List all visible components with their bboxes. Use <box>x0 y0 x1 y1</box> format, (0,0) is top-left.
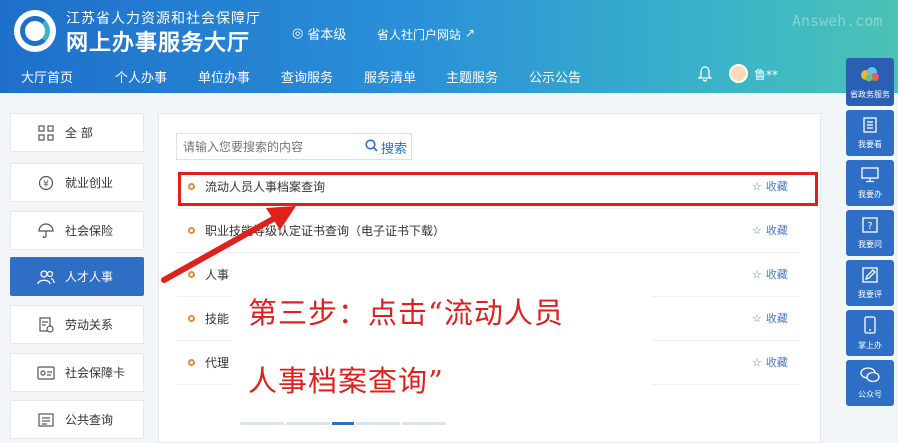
red-arrow-icon <box>161 206 296 283</box>
cloud-icon <box>858 65 882 86</box>
float-handle-button[interactable]: 我要办 <box>846 160 894 206</box>
monitor-icon <box>861 166 879 186</box>
float-wechat-button[interactable]: 公众号 <box>846 360 894 406</box>
logo[interactable] <box>14 10 56 52</box>
umbrella-icon <box>37 222 55 240</box>
pager-dot[interactable] <box>356 422 400 425</box>
star-icon: ☆ <box>752 311 762 325</box>
location-pin-icon: ◎ <box>292 26 304 41</box>
bullet-icon <box>188 315 195 322</box>
logo-mark-icon <box>20 16 50 46</box>
sidebar-item-social-card[interactable]: 社会保障卡 <box>10 353 144 392</box>
site-name: 网上办事服务大厅 <box>66 31 251 56</box>
callout-line-2: 人事档案查询” <box>248 364 444 398</box>
float-ask-button[interactable]: ? 我要问 <box>846 210 894 256</box>
list-icon <box>37 411 55 429</box>
svg-text:¥: ¥ <box>43 179 49 189</box>
search-icon <box>365 139 378 156</box>
nav-item-notices[interactable]: 公示公告 <box>529 67 581 86</box>
sidebar-item-labor[interactable]: 劳动关系 <box>10 305 144 344</box>
pager-dot-active[interactable] <box>332 422 354 425</box>
pager-dot[interactable] <box>286 422 330 425</box>
float-label: 掌上办 <box>858 340 882 350</box>
favorite-label: 收藏 <box>765 224 788 237</box>
pager-dot[interactable] <box>402 422 446 425</box>
phone-icon <box>864 315 876 337</box>
favorite-button[interactable]: ☆ 收藏 <box>752 310 788 326</box>
sidebar-item-label: 社会保障卡 <box>65 366 126 380</box>
float-view-button[interactable]: 我要看 <box>846 110 894 156</box>
share-icon: ↗ <box>465 26 476 40</box>
search-box: 搜索 <box>176 133 412 160</box>
sidebar-item-label: 劳动关系 <box>65 318 114 332</box>
float-label: 我要办 <box>858 189 882 199</box>
service-title[interactable]: 代理 <box>205 354 229 371</box>
sidebar-item-label: 社会保险 <box>65 224 114 238</box>
float-label: 我要问 <box>858 239 882 249</box>
nav-item-topics[interactable]: 主题服务 <box>446 67 498 86</box>
region-selector[interactable]: ◎ 省本级 <box>292 24 346 43</box>
favorite-label: 收藏 <box>765 268 788 281</box>
favorite-label: 收藏 <box>765 356 788 369</box>
sidebar-item-label: 公共查询 <box>65 413 114 427</box>
favorite-button[interactable]: ☆ 收藏 <box>752 266 788 282</box>
pager <box>240 422 450 426</box>
favorite-label: 收藏 <box>765 312 788 325</box>
nav-item-query[interactable]: 查询服务 <box>281 67 334 96</box>
username[interactable]: 鲁** <box>754 66 778 83</box>
document-icon <box>37 316 55 334</box>
edit-icon <box>862 266 878 286</box>
star-icon: ☆ <box>752 223 762 237</box>
float-gov-service-button[interactable]: 省政务服务 <box>846 58 894 106</box>
search-button-label: 搜索 <box>381 142 408 157</box>
nav-item-service-list[interactable]: 服务清单 <box>364 67 416 86</box>
question-icon: ? <box>862 216 878 236</box>
float-label: 省政务服务 <box>850 89 890 99</box>
service-title[interactable]: 技能 <box>205 310 229 327</box>
wechat-icon <box>860 366 880 386</box>
grid-icon <box>37 124 55 142</box>
nav-item-home[interactable]: 大厅首页 <box>21 67 73 86</box>
callout-line-1: 第三步：点击“流动人员 <box>248 296 564 330</box>
star-icon: ☆ <box>752 267 762 281</box>
float-rate-button[interactable]: 我要评 <box>846 260 894 306</box>
bullet-icon <box>188 359 195 366</box>
card-icon <box>37 364 55 382</box>
sidebar-item-label: 就业创业 <box>65 176 114 190</box>
sidebar-item-public-query[interactable]: 公共查询 <box>10 400 144 439</box>
watermark: Answeh.com <box>792 12 883 30</box>
star-icon: ☆ <box>752 355 762 369</box>
float-mobile-button[interactable]: 掌上办 <box>846 310 894 356</box>
float-label: 我要看 <box>858 139 882 149</box>
coin-icon: ¥ <box>37 174 55 192</box>
float-label: 公众号 <box>858 389 882 399</box>
sidebar-item-all[interactable]: 全 部 <box>10 113 144 152</box>
avatar[interactable] <box>729 64 748 83</box>
favorite-button[interactable]: ☆ 收藏 <box>752 354 788 370</box>
search-input[interactable] <box>177 134 357 159</box>
float-label: 我要评 <box>858 289 882 299</box>
svg-text:?: ? <box>867 221 872 232</box>
search-button[interactable]: 搜索 <box>365 138 407 157</box>
sidebar-item-label: 人才人事 <box>65 270 114 284</box>
sidebar-item-label: 全 部 <box>65 126 93 140</box>
region-label: 省本级 <box>307 28 347 43</box>
book-icon <box>863 116 877 136</box>
favorite-button[interactable]: ☆ 收藏 <box>752 222 788 238</box>
sidebar-item-employment[interactable]: ¥ 就业创业 <box>10 163 144 202</box>
bell-icon[interactable] <box>697 66 713 86</box>
people-icon <box>37 268 55 286</box>
portal-link[interactable]: 省人社门户网站 ↗ <box>377 26 475 43</box>
sidebar-item-talent[interactable]: 人才人事 <box>10 257 144 296</box>
sidebar-item-insurance[interactable]: 社会保险 <box>10 211 144 250</box>
step-callout: 第三步：点击“流动人员 人事档案查询” <box>232 278 652 418</box>
portal-link-label: 省人社门户网站 <box>377 28 462 42</box>
nav-item-unit[interactable]: 单位办事 <box>198 67 250 86</box>
nav-item-personal[interactable]: 个人办事 <box>115 67 167 86</box>
pager-dot[interactable] <box>240 422 284 425</box>
